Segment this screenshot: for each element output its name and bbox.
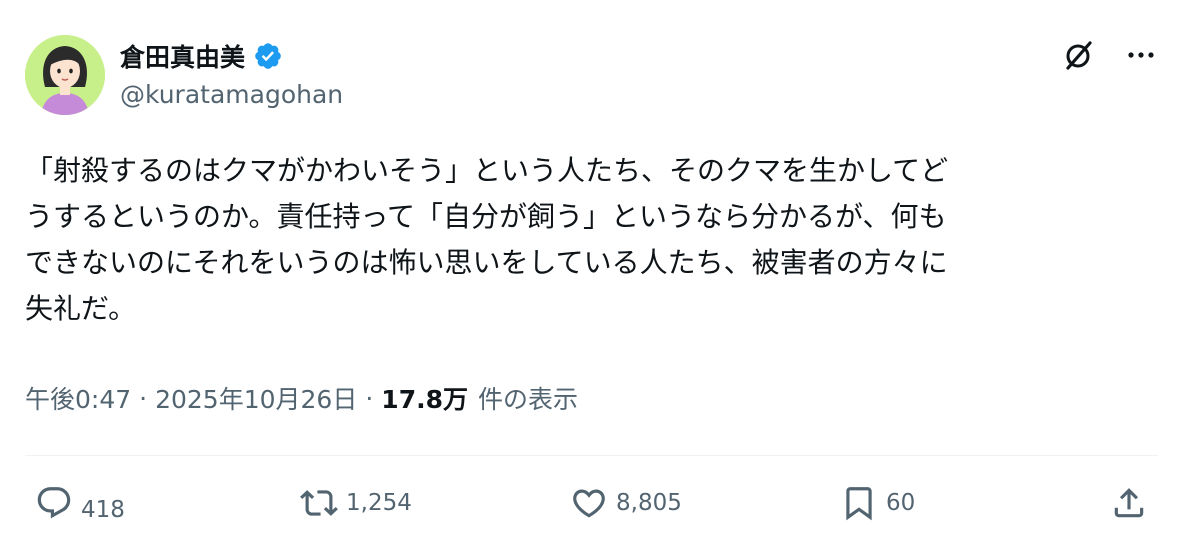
divider xyxy=(25,455,1158,456)
action-bar: 418 1,254 8,805 60 xyxy=(25,478,1158,528)
grok-icon[interactable] xyxy=(1062,38,1096,72)
tweet-text-line: うするというのか。責任持って「自分が飼う」というなら分かるが、何も xyxy=(25,200,947,233)
tweet-text: 「射殺するのはクマがかわいそう」という人たち、そのクマを生かしてど うするという… xyxy=(25,148,1155,332)
heart-icon xyxy=(573,489,605,518)
author-name-row: 倉田真由美 xyxy=(120,38,283,74)
meta-separator: · xyxy=(365,383,374,413)
tweet-text-line: 「射殺するのはクマがかわいそう」という人たち、そのクマを生かしてど xyxy=(25,154,949,187)
tweet-card: 倉田真由美 @kuratamagohan 「射殺するのはクマがかわいそう」という… xyxy=(0,0,1191,549)
handle[interactable]: @kuratamagohan xyxy=(120,80,343,109)
bookmark-button[interactable]: 60 xyxy=(840,478,915,528)
bookmark-count: 60 xyxy=(886,490,916,516)
tweet-time[interactable]: 午後0:47 xyxy=(25,380,131,416)
tweet-meta: 午後0:47 · 2025年10月26日 · 17.8万 件の表示 xyxy=(25,378,578,418)
tweet-date[interactable]: 2025年10月26日 xyxy=(155,380,357,416)
reply-count: 418 xyxy=(81,497,125,523)
retweet-count: 1,254 xyxy=(346,490,412,516)
retweet-icon xyxy=(300,490,338,516)
tweet-text-line: できないのにそれをいうのは怖い思いをしている人たち、被害者の方々に xyxy=(25,246,948,279)
share-icon xyxy=(1114,488,1144,518)
verified-badge-icon[interactable] xyxy=(253,41,283,71)
reply-icon xyxy=(37,487,71,519)
bookmark-icon xyxy=(846,487,872,521)
like-button[interactable]: 8,805 xyxy=(570,478,682,528)
display-name[interactable]: 倉田真由美 xyxy=(120,38,245,74)
share-button[interactable] xyxy=(1110,478,1148,528)
tweet-text-line: 失礼だ。 xyxy=(25,292,137,325)
views-label: 件の表示 xyxy=(477,385,578,414)
avatar[interactable] xyxy=(25,35,105,115)
views-count: 17.8万 xyxy=(381,385,468,414)
tweet-header-actions xyxy=(1062,38,1158,72)
meta-separator: · xyxy=(139,383,148,413)
reply-button[interactable]: 418 xyxy=(35,478,125,528)
more-icon[interactable] xyxy=(1124,38,1158,72)
like-count: 8,805 xyxy=(616,490,682,516)
retweet-button[interactable]: 1,254 xyxy=(300,478,412,528)
